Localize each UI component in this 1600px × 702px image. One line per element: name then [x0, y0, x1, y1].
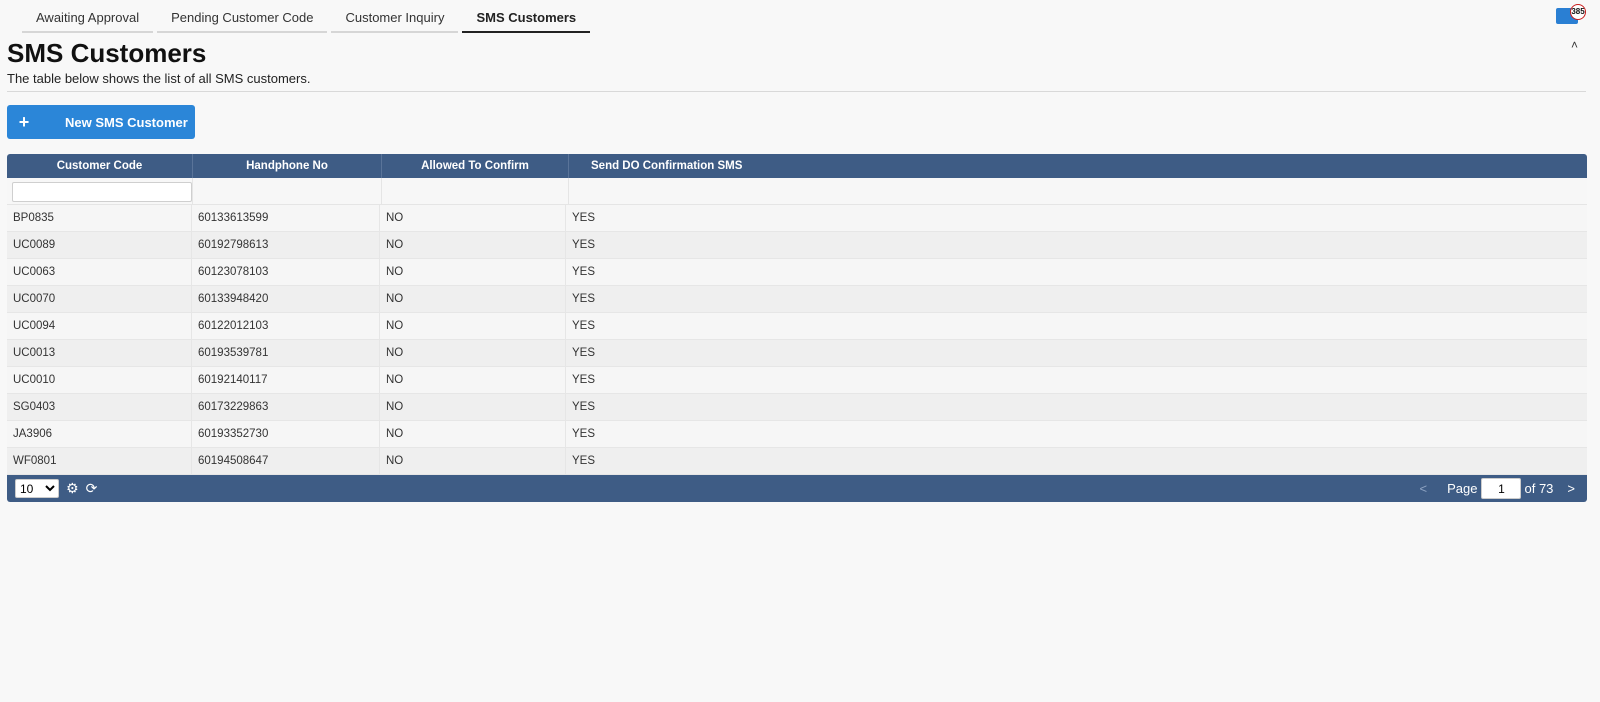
- table-row[interactable]: UC0094 60122012103 NO YES: [7, 313, 1587, 340]
- page-label: Page: [1447, 481, 1478, 496]
- new-sms-customer-button[interactable]: + New SMS Customer: [7, 105, 195, 139]
- cell-handphone-no: 60192798613: [192, 232, 380, 258]
- prev-page-button[interactable]: <: [1420, 481, 1428, 496]
- cell-allowed-to-confirm: NO: [380, 394, 566, 420]
- cell-customer-code: JA3906: [7, 421, 192, 447]
- cell-allowed-to-confirm: NO: [380, 367, 566, 393]
- cell-customer-code: UC0089: [7, 232, 192, 258]
- page-subtitle: The table below shows the list of all SM…: [7, 71, 311, 86]
- table-row[interactable]: WF0801 60194508647 NO YES: [7, 448, 1587, 475]
- cell-handphone-no: 60173229863: [192, 394, 380, 420]
- cell-customer-code: SG0403: [7, 394, 192, 420]
- table-row[interactable]: UC0089 60192798613 NO YES: [7, 232, 1587, 259]
- notification-badge: 385: [1570, 4, 1586, 20]
- column-header-allowed-to-confirm[interactable]: Allowed To Confirm: [382, 154, 569, 178]
- new-sms-customer-label: New SMS Customer: [65, 114, 188, 130]
- cell-send-do-confirmation-sms: YES: [572, 239, 596, 251]
- cell-allowed-to-confirm: NO: [380, 286, 566, 312]
- chevron-up-icon[interactable]: ˄: [1571, 38, 1578, 52]
- table-row[interactable]: UC0010 60192140117 NO YES: [7, 367, 1587, 394]
- cell-customer-code: UC0070: [7, 286, 192, 312]
- cell-send-do-confirmation-sms: YES: [572, 428, 596, 440]
- cell-handphone-no: 60122012103: [192, 313, 380, 339]
- cell-send-do-confirmation-sms: YES: [572, 455, 596, 467]
- refresh-icon[interactable]: ⟳: [86, 480, 98, 497]
- tab-pending-customer-code[interactable]: Pending Customer Code: [157, 4, 328, 33]
- cell-handphone-no: 60133948420: [192, 286, 380, 312]
- tab-bar: Awaiting Approval Pending Customer Code …: [22, 4, 591, 33]
- cell-customer-code: WF0801: [7, 448, 192, 474]
- page-count-label: of 73: [1524, 481, 1554, 496]
- gear-icon[interactable]: ⚙: [66, 480, 79, 497]
- next-page-button[interactable]: >: [1567, 481, 1575, 496]
- column-header-handphone-no[interactable]: Handphone No: [193, 154, 382, 178]
- grid-header: Customer Code Handphone No Allowed To Co…: [7, 154, 1587, 178]
- cell-handphone-no: 60192140117: [192, 367, 380, 393]
- table-row[interactable]: BP0835 60133613599 NO YES: [7, 205, 1587, 232]
- table-row[interactable]: UC0063 60123078103 NO YES: [7, 259, 1587, 286]
- cell-allowed-to-confirm: NO: [380, 421, 566, 447]
- cell-send-do-confirmation-sms: YES: [572, 320, 596, 332]
- table-row[interactable]: UC0013 60193539781 NO YES: [7, 340, 1587, 367]
- tab-awaiting-approval[interactable]: Awaiting Approval: [22, 4, 154, 33]
- cell-send-do-confirmation-sms: YES: [572, 293, 596, 305]
- cell-allowed-to-confirm: NO: [380, 448, 566, 474]
- column-header-send-do-confirmation-sms[interactable]: Send DO Confirmation SMS: [569, 154, 1587, 178]
- sms-customers-grid: Customer Code Handphone No Allowed To Co…: [7, 154, 1587, 502]
- customer-code-filter-input[interactable]: [12, 182, 192, 202]
- filter-row: [7, 178, 1587, 205]
- current-page-input[interactable]: [1481, 478, 1522, 499]
- grid-pager: 10 ⚙ ⟳ < Page of 73 >: [7, 475, 1587, 502]
- cell-send-do-confirmation-sms: YES: [572, 347, 596, 359]
- page-size-select[interactable]: 10: [15, 479, 59, 498]
- cell-handphone-no: 60193352730: [192, 421, 380, 447]
- tab-customer-inquiry[interactable]: Customer Inquiry: [331, 4, 459, 33]
- divider: [7, 91, 1586, 92]
- cell-customer-code: BP0835: [7, 205, 192, 231]
- grid-body: BP0835 60133613599 NO YES UC0089 6019279…: [7, 205, 1587, 475]
- cell-customer-code: UC0063: [7, 259, 192, 285]
- cell-send-do-confirmation-sms: YES: [572, 374, 596, 386]
- cell-handphone-no: 60193539781: [192, 340, 380, 366]
- cell-handphone-no: 60133613599: [192, 205, 380, 231]
- cell-send-do-confirmation-sms: YES: [572, 401, 596, 413]
- cell-customer-code: UC0013: [7, 340, 192, 366]
- cell-allowed-to-confirm: NO: [380, 259, 566, 285]
- table-row[interactable]: JA3906 60193352730 NO YES: [7, 421, 1587, 448]
- table-row[interactable]: UC0070 60133948420 NO YES: [7, 286, 1587, 313]
- mail-notification-button[interactable]: 385: [1556, 4, 1586, 26]
- cell-allowed-to-confirm: NO: [380, 205, 566, 231]
- cell-allowed-to-confirm: NO: [380, 232, 566, 258]
- cell-send-do-confirmation-sms: YES: [572, 266, 596, 278]
- plus-icon: +: [18, 111, 30, 132]
- cell-send-do-confirmation-sms: YES: [572, 212, 596, 224]
- cell-customer-code: UC0094: [7, 313, 192, 339]
- column-header-customer-code[interactable]: Customer Code: [7, 154, 193, 178]
- page-title: SMS Customers: [7, 38, 207, 68]
- tab-sms-customers[interactable]: SMS Customers: [462, 4, 591, 33]
- cell-allowed-to-confirm: NO: [380, 340, 566, 366]
- cell-handphone-no: 60123078103: [192, 259, 380, 285]
- cell-handphone-no: 60194508647: [192, 448, 380, 474]
- table-row[interactable]: SG0403 60173229863 NO YES: [7, 394, 1587, 421]
- cell-allowed-to-confirm: NO: [380, 313, 566, 339]
- cell-customer-code: UC0010: [7, 367, 192, 393]
